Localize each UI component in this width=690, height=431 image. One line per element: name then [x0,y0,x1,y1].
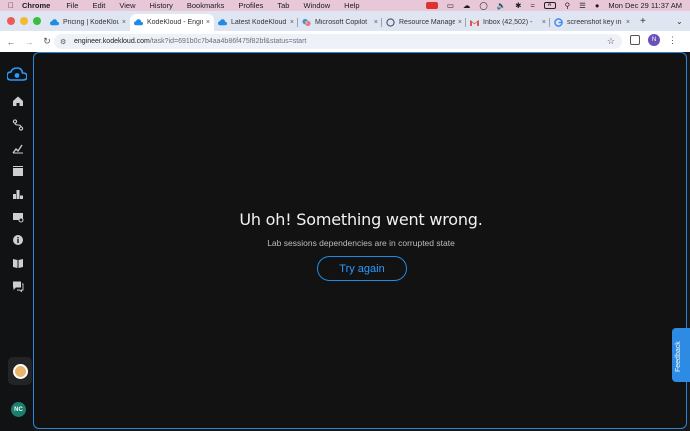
tab-search-chevron-icon[interactable]: ⌄ [676,17,683,26]
chrome-menu-icon[interactable]: ⋮ [668,35,677,46]
bluetooth-icon[interactable]: ✱ [515,0,521,11]
control-center-icon[interactable]: ☰ [579,0,586,11]
google-icon [554,18,563,27]
profile-avatar[interactable]: N [648,34,660,46]
tab-gmail-inbox[interactable]: Inbox (42,502) - × [466,14,550,31]
macos-menubar:  Chrome File Edit View History Bookmark… [0,0,690,11]
cloud-icon[interactable]: ☁ [463,0,471,11]
certificate-icon[interactable] [11,210,25,224]
tab-close-icon[interactable]: × [122,19,126,26]
leaderboard-icon[interactable] [11,187,25,201]
tab-close-icon[interactable]: × [290,19,294,26]
close-window-icon[interactable] [7,17,15,25]
tab-google-search[interactable]: screenshot key in × [550,14,634,31]
tab-latest-kodekloud[interactable]: Latest KodeKloud × [214,14,298,31]
search-icon[interactable]: ⚲ [565,0,571,11]
info-icon[interactable] [11,233,25,247]
error-title: Uh oh! Something went wrong. [239,210,483,229]
shield-status-icon[interactable]: ◯ [479,0,487,11]
tab-kodekloud-engineer[interactable]: KodeKloud - Engineer × [130,14,214,31]
tab-title: Pricing | KodeKloud [63,19,119,26]
url-path: /task?id=691b0c7b4aa4b86f475f82bf&status… [149,38,307,45]
menu-tab[interactable]: Tab [277,1,289,10]
menu-profiles[interactable]: Profiles [238,1,263,10]
globe-icon [386,18,395,27]
kodekloud-cloud-icon [218,18,227,27]
address-url[interactable]: engineer.kodekloud.com/task?id=691b0c7b4… [74,38,306,45]
status-area: ▭ ☁ ◯ 🔈 ✱ ≈ A ⚲ ☰ ● Mon Dec 29 11:37 AM [425,0,690,11]
reload-icon[interactable]: ↻ [40,36,54,47]
home-icon[interactable] [11,94,25,108]
try-again-button[interactable]: Try again [317,256,407,281]
tab-microsoft-copilot[interactable]: Microsoft Copilot × [298,14,382,31]
gmail-icon [470,18,479,27]
main-content: Uh oh! Something went wrong. Lab session… [33,52,687,429]
siri-icon[interactable]: ● [595,0,600,11]
wifi-icon[interactable]: ≈ [530,0,534,11]
new-tab-plus-icon[interactable]: + [640,16,646,27]
tab-close-icon[interactable]: × [458,19,462,26]
minimize-window-icon[interactable] [20,17,28,25]
toolbar-actions: N ⋮ [630,34,677,46]
kodekloud-cloud-icon [50,18,59,27]
menu-help[interactable]: Help [344,1,359,10]
kodekloud-logo-icon[interactable] [7,67,27,81]
tab-pricing[interactable]: Pricing | KodeKloud × [46,14,130,31]
maximize-window-icon[interactable] [33,17,41,25]
tab-title: KodeKloud - Engineer [147,19,203,26]
display-icon[interactable]: ▭ [447,0,454,11]
feedback-label: Feedback [675,341,682,372]
tab-strip: Pricing | KodeKloud × KodeKloud - Engine… [0,11,690,31]
kodekloud-cloud-icon [134,18,143,27]
page-viewport: NC Uh oh! Something went wrong. Lab sess… [0,52,690,431]
copilot-icon [302,18,311,27]
back-arrow-icon[interactable]: ← [4,37,18,47]
book-icon[interactable] [11,256,25,270]
site-info-icon[interactable]: ⚙ [60,38,70,46]
menu-edit[interactable]: Edit [92,1,105,10]
menu-window[interactable]: Window [303,1,330,10]
chart-icon[interactable] [11,141,25,155]
menu-app-name[interactable]: Chrome [22,1,50,10]
user-avatar-card[interactable] [8,357,32,385]
address-bar[interactable]: ⚙ engineer.kodekloud.com/task?id=691b0c7… [54,34,622,49]
app-sidebar: NC [0,52,33,431]
apple-menu-icon[interactable]:  [0,1,22,10]
tab-close-icon[interactable]: × [206,19,210,26]
bookmark-star-icon[interactable]: ☆ [607,36,615,47]
extensions-icon[interactable] [630,35,640,45]
tab-resource-manager[interactable]: Resource Manager × [382,14,466,31]
forward-arrow-icon[interactable]: → [22,37,36,47]
tab-close-icon[interactable]: × [374,19,378,26]
keyboard-icon[interactable]: A [543,2,556,9]
menu-bookmarks[interactable]: Bookmarks [187,1,225,10]
menubar-clock[interactable]: Mon Dec 29 11:37 AM [608,0,682,11]
route-icon[interactable] [11,118,25,132]
tab-close-icon[interactable]: × [626,19,630,26]
browser-toolbar: ← → ↻ ⚙ engineer.kodekloud.com/task?id=6… [0,31,690,52]
volume-icon[interactable]: 🔈 [497,0,506,11]
chat-icon[interactable] [11,279,25,293]
avatar [12,363,28,379]
video-icon[interactable] [11,164,25,178]
feedback-tab[interactable]: Feedback [672,328,690,382]
menu-history[interactable]: History [150,1,173,10]
menu-file[interactable]: File [66,1,78,10]
user-initials-avatar[interactable]: NC [11,402,26,417]
url-domain: engineer.kodekloud.com [74,38,150,45]
error-subtitle: Lab sessions dependencies are in corrupt… [267,238,455,248]
tab-title: Latest KodeKloud [231,19,287,26]
tab-title: Resource Manager [399,19,455,26]
tab-title: Microsoft Copilot [315,19,368,26]
menu-view[interactable]: View [119,1,135,10]
tab-title: Inbox (42,502) - [483,19,533,26]
screen-record-icon[interactable] [425,2,438,9]
tab-title: screenshot key in [567,19,622,26]
tab-close-icon[interactable]: × [542,19,546,26]
